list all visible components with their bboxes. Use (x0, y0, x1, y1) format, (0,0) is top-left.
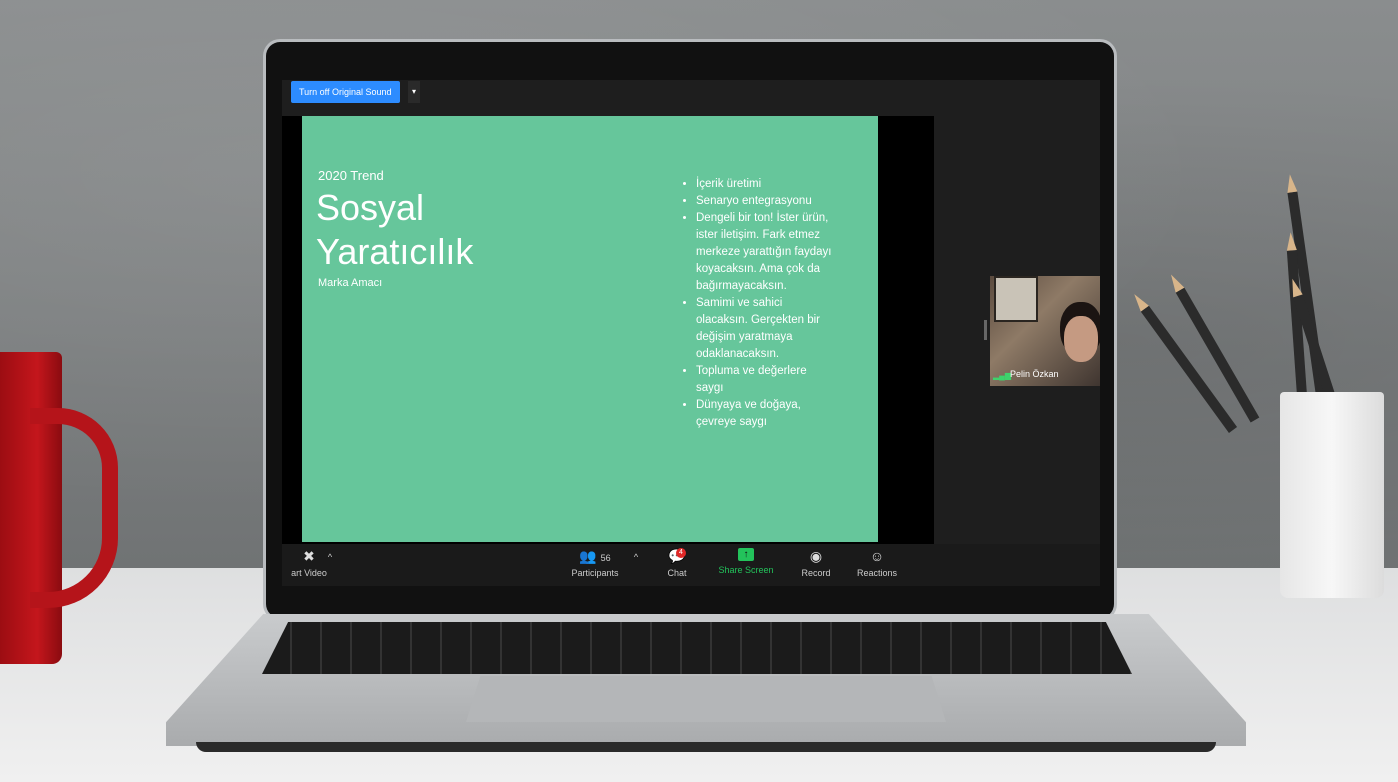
chat-label: Chat (667, 568, 687, 578)
background-picture (994, 276, 1038, 322)
participants-options-caret[interactable]: ^ (630, 552, 642, 562)
video-options-caret[interactable]: ^ (324, 552, 336, 562)
red-mug-handle (30, 408, 118, 608)
participants-count: 56 (600, 553, 611, 563)
slide-kicker: 2020 Trend (318, 168, 384, 183)
shared-screen: 2020 Trend Sosyal Yaratıcılık Marka Amac… (282, 116, 934, 544)
slide-title: Sosyal Yaratıcılık (316, 187, 474, 272)
slide-bullet: Samimi ve sahici olacaksın. Gerçekten bi… (696, 295, 836, 363)
reactions-icon: ☺ (869, 548, 885, 564)
chat-button[interactable]: 💬 4 Chat (660, 548, 694, 578)
laptop-foot (196, 742, 1216, 752)
panel-resize-handle[interactable] (984, 320, 987, 340)
presentation-slide: 2020 Trend Sosyal Yaratıcılık Marka Amac… (302, 116, 878, 542)
original-sound-dropdown[interactable]: ▾ (408, 81, 420, 103)
start-video-label: art Video (291, 568, 327, 578)
record-button[interactable]: ◉ Record (796, 548, 836, 578)
reactions-label: Reactions (856, 568, 898, 578)
meeting-toolbar: ✖ art Video ^ 👥 56 Participants ^ 💬 4 Ch… (282, 544, 1100, 586)
slide-subtitle: Marka Amacı (318, 277, 383, 289)
slide-bullet: İçerik üretimi (696, 176, 836, 193)
participants-button[interactable]: 👥 56 Participants (566, 548, 624, 578)
zoom-window: Turn off Original Sound ▾ 2020 Trend Sos… (282, 80, 1100, 586)
laptop-keyboard (262, 622, 1132, 674)
share-screen-label: Share Screen (718, 565, 774, 575)
reactions-button[interactable]: ☺ Reactions (854, 548, 900, 578)
laptop-trackpad (466, 676, 946, 722)
slide-bullet-list: İçerik üretimi Senaryo entegrasyonu Deng… (682, 176, 836, 431)
participants-label: Participants (571, 568, 619, 578)
participant-video-tile[interactable]: ▂▄▆ Pelin Özkan (990, 276, 1100, 386)
record-label: Record (801, 568, 831, 578)
slide-bullet: Topluma ve değerlere saygı (696, 363, 836, 397)
share-screen-icon: ↑ (738, 548, 754, 561)
share-screen-button[interactable]: ↑ Share Screen (714, 548, 778, 575)
slide-bullet: Dünyaya ve doğaya, çevreye saygı (696, 397, 836, 431)
record-icon: ◉ (809, 548, 823, 564)
signal-icon: ▂▄▆ (993, 371, 1011, 380)
slide-bullet: Senaryo entegrasyonu (696, 193, 836, 210)
participant-face (1064, 316, 1098, 362)
chat-unread-badge: 4 (676, 548, 686, 558)
participant-name: Pelin Özkan (1010, 369, 1059, 379)
pencil-cup (1280, 392, 1384, 598)
original-sound-button[interactable]: Turn off Original Sound (291, 81, 400, 103)
slide-bullet: Dengeli bir ton! İster ürün, ister ileti… (696, 210, 836, 295)
participants-icon: 👥 56 (579, 548, 611, 564)
